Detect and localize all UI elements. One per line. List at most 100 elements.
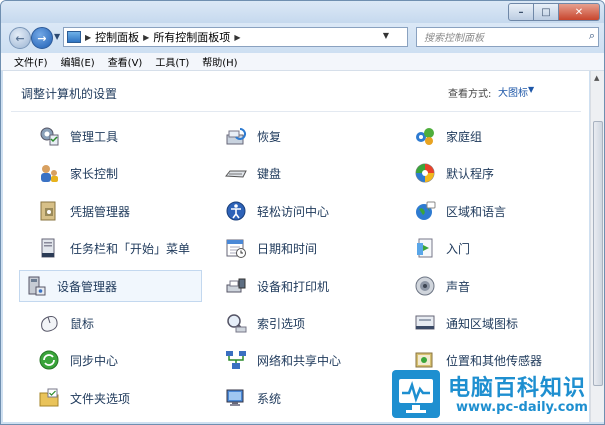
menu-help[interactable]: 帮助(H)	[202, 54, 237, 69]
control-panel-item[interactable]: 家长控制	[17, 157, 200, 189]
watermark-title: 电脑百科知识	[448, 376, 587, 401]
recent-pages-dropdown-icon[interactable]: ▼	[54, 32, 60, 41]
control-panel-item-label: 默认程序	[446, 166, 495, 181]
back-button[interactable]: ←	[9, 27, 31, 49]
default-programs-icon	[413, 161, 437, 185]
navigation-bar: ← → ▼ ▶ 控制面板 ▶ 所有控制面板项 ▶ ▼ ⟲ ⌕	[1, 23, 604, 53]
control-panel-item[interactable]: 区域和语言	[393, 195, 576, 227]
watermark-url: www.pc-daily.com	[456, 400, 588, 415]
control-panel-item[interactable]: 声音	[393, 270, 576, 302]
menu-file[interactable]: 文件(F)	[14, 54, 48, 69]
control-panel-item-label: 恢复	[257, 129, 282, 144]
mouse-icon	[37, 311, 61, 335]
control-panel-item[interactable]: 任务栏和「开始」菜单	[17, 232, 200, 264]
keyboard-icon	[224, 161, 248, 185]
devices-printers-icon	[224, 274, 248, 298]
header-divider	[11, 111, 581, 112]
control-panel-item[interactable]: 设备管理器	[19, 270, 202, 302]
view-by-dropdown[interactable]: 大图标	[498, 84, 528, 99]
control-panel-item-label: 区域和语言	[446, 204, 507, 219]
breadcrumb-separator-icon[interactable]: ▶	[143, 33, 149, 42]
control-panel-item[interactable]: 通知区域图标	[393, 307, 576, 339]
breadcrumb-all-items[interactable]: 所有控制面板项	[153, 29, 230, 45]
menu-view[interactable]: 查看(V)	[108, 54, 143, 69]
control-panel-item[interactable]: 恢复	[204, 120, 387, 152]
getting-started-icon	[413, 236, 437, 260]
scrollbar-thumb[interactable]	[593, 121, 603, 386]
control-panel-item[interactable]: 日期和时间	[204, 232, 387, 264]
breadcrumb-separator-icon[interactable]: ▶	[85, 33, 91, 42]
control-panel-item-label: 位置和其他传感器	[446, 353, 543, 368]
close-icon: ✕	[574, 6, 584, 18]
control-panel-item[interactable]: 网络和共享中心	[204, 344, 387, 376]
control-panel-icon	[67, 31, 81, 43]
site-watermark: 电脑百科知识 www.pc-daily.com	[392, 368, 604, 422]
sync-center-icon	[37, 348, 61, 372]
maximize-icon: □	[541, 6, 551, 18]
control-panel-item-label: 管理工具	[70, 129, 119, 144]
control-panel-item-label: 系统	[257, 391, 282, 406]
breadcrumb-separator-icon[interactable]: ▶	[234, 33, 240, 42]
menu-bar: 文件(F) 编辑(E) 查看(V) 工具(T) 帮助(H)	[1, 53, 604, 71]
address-bar[interactable]: ▶ 控制面板 ▶ 所有控制面板项 ▶ ▼	[63, 27, 408, 47]
control-panel-item-label: 通知区域图标	[446, 316, 519, 331]
control-panel-item-label: 家长控制	[70, 166, 119, 181]
menu-edit[interactable]: 编辑(E)	[61, 54, 95, 69]
control-panel-item[interactable]: 索引选项	[204, 307, 387, 339]
control-panel-item-label: 入门	[446, 241, 471, 256]
device-manager-icon	[24, 274, 48, 298]
breadcrumb-control-panel[interactable]: 控制面板	[95, 29, 139, 45]
control-panel-item[interactable]: 入门	[393, 232, 576, 264]
control-panel-item[interactable]: 键盘	[204, 157, 387, 189]
close-button[interactable]: ✕	[559, 3, 600, 21]
menu-tools[interactable]: 工具(T)	[155, 54, 189, 69]
sound-icon	[413, 274, 437, 298]
title-bar[interactable]: – □ ✕	[1, 1, 604, 23]
notification-area-icon	[413, 311, 437, 335]
back-arrow-icon: ←	[15, 31, 25, 45]
forward-arrow-icon: →	[37, 31, 47, 45]
homegroup-icon	[413, 124, 437, 148]
watermark-logo-icon	[392, 370, 440, 418]
control-panel-item-label: 轻松访问中心	[257, 204, 330, 219]
maximize-button[interactable]: □	[534, 3, 559, 21]
control-panel-window: – □ ✕ ← → ▼ ▶ 控制面板 ▶ 所有控制面板项 ▶ ▼ ⟲ ⌕ 文件(…	[0, 0, 605, 425]
control-panel-item-label: 文件夹选项	[70, 391, 131, 406]
date-time-icon	[224, 236, 248, 260]
control-panel-item[interactable]: 轻松访问中心	[204, 195, 387, 227]
caption-buttons: – □ ✕	[508, 3, 600, 21]
search-input[interactable]	[422, 29, 576, 47]
control-panel-item[interactable]: 管理工具	[17, 120, 200, 152]
address-dropdown-icon[interactable]: ▼	[383, 31, 389, 40]
control-panel-item[interactable]: 默认程序	[393, 157, 576, 189]
recovery-icon	[224, 124, 248, 148]
network-sharing-icon	[224, 348, 248, 372]
control-panel-item-label: 键盘	[257, 166, 282, 181]
control-panel-item[interactable]: 凭据管理器	[17, 195, 200, 227]
search-box[interactable]: ⌕	[416, 27, 599, 47]
control-panel-item[interactable]: 文件夹选项	[17, 382, 200, 414]
ease-of-access-icon	[224, 199, 248, 223]
control-panel-item-label: 凭据管理器	[70, 204, 131, 219]
page-title: 调整计算机的设置	[21, 87, 118, 101]
scroll-up-icon[interactable]: ▲	[594, 74, 599, 82]
forward-button[interactable]: →	[31, 27, 53, 49]
minimize-icon: –	[518, 6, 524, 18]
control-panel-item[interactable]: 同步中心	[17, 344, 200, 376]
system-icon	[224, 386, 248, 410]
control-panel-item-label: 同步中心	[70, 353, 119, 368]
taskbar-start-menu-icon	[37, 236, 61, 260]
control-panel-item[interactable]: 家庭组	[393, 120, 576, 152]
control-panel-item-label: 鼠标	[70, 316, 95, 331]
minimize-button[interactable]: –	[508, 3, 534, 21]
control-panel-item-label: 日期和时间	[257, 241, 318, 256]
view-by-label: 查看方式:	[448, 89, 492, 100]
control-panel-item[interactable]: 系统	[204, 382, 387, 414]
view-by-chevron-icon[interactable]: ▼	[528, 85, 534, 94]
search-icon[interactable]: ⌕	[589, 29, 595, 43]
control-panel-item-label: 任务栏和「开始」菜单	[70, 241, 191, 256]
control-panel-item[interactable]: 鼠标	[17, 307, 200, 339]
control-panel-item-label: 网络和共享中心	[257, 353, 342, 368]
control-panel-item[interactable]: 设备和打印机	[204, 270, 387, 302]
folder-options-icon	[37, 386, 61, 410]
